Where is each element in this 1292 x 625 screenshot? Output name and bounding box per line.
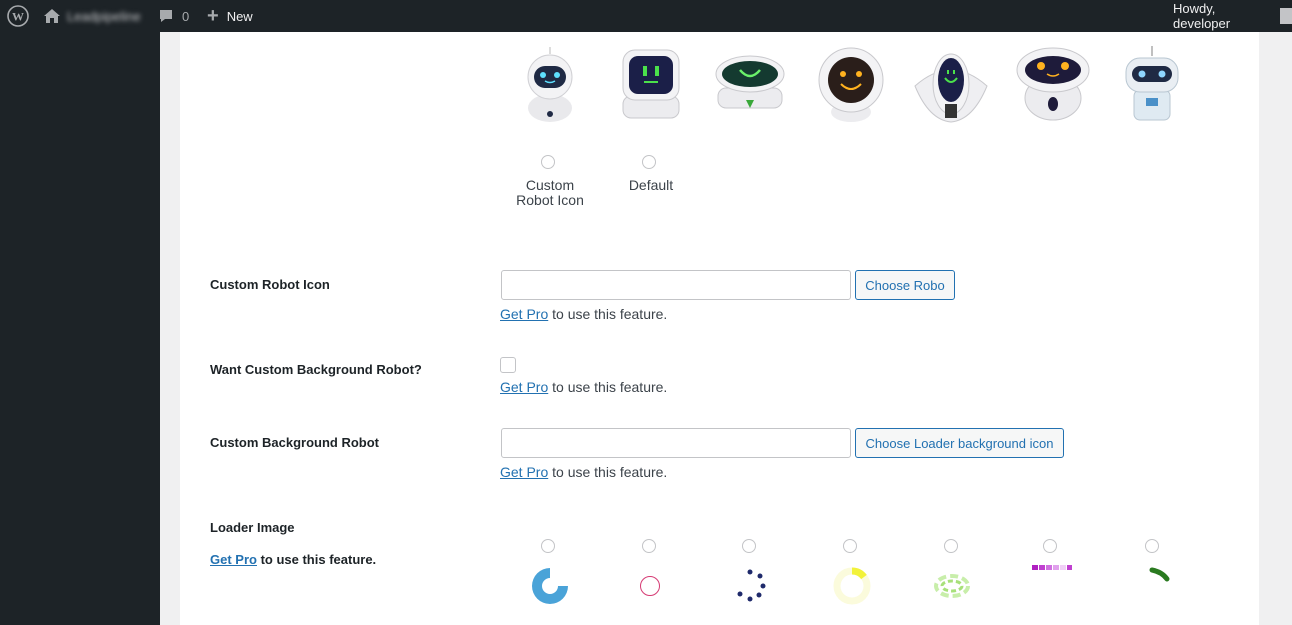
robot-icon-7: [1112, 44, 1192, 124]
loader-option-5-radio[interactable]: [944, 539, 958, 553]
robot-choice-default-radio[interactable]: [642, 155, 656, 169]
loader-image-4: [830, 564, 874, 608]
robot-icon-6: [1013, 44, 1093, 124]
choose-loader-background-button[interactable]: Choose Loader background icon: [855, 428, 1064, 458]
get-pro-link[interactable]: Get Pro: [500, 379, 548, 395]
robot-choice-custom-radio[interactable]: [541, 155, 555, 169]
new-label: New: [226, 8, 253, 24]
robot-icon-1: [510, 44, 590, 124]
wordpress-logo-icon[interactable]: W: [6, 0, 30, 32]
custom-background-robot-input[interactable]: [501, 428, 851, 458]
loader-option-6-radio[interactable]: [1043, 539, 1057, 553]
admin-bar: W Leadpipeline 0 + New Howdy, developer: [0, 0, 1292, 32]
loader-option-7-radio[interactable]: [1145, 539, 1159, 553]
loader-image-note: Get Pro to use this feature.: [210, 552, 377, 567]
robot-icon-3: [710, 44, 790, 124]
custom-robot-icon-label: Custom Robot Icon: [210, 277, 330, 292]
loader-image-3: [728, 564, 772, 608]
custom-background-checkbox[interactable]: [500, 357, 516, 373]
robot-icon-2: [611, 44, 691, 124]
loader-image-6: [1030, 552, 1074, 596]
site-name: Leadpipeline: [67, 8, 141, 24]
get-pro-link[interactable]: Get Pro: [210, 552, 257, 567]
plus-icon: +: [207, 5, 219, 27]
site-home-link[interactable]: Leadpipeline: [43, 0, 141, 32]
comment-icon: [158, 8, 174, 24]
admin-sidebar: [0, 32, 160, 625]
loader-image-7: [1130, 552, 1174, 596]
custom-background-toggle-note: Get Pro to use this feature.: [500, 379, 668, 395]
custom-background-toggle-label: Want Custom Background Robot?: [210, 362, 422, 377]
robot-choice-default-label: Default: [628, 177, 674, 193]
loader-image-5: [930, 564, 974, 608]
loader-image-label: Loader Image: [210, 520, 295, 535]
robot-choice-custom-label: Custom Robot Icon: [516, 177, 584, 208]
svg-text:W: W: [12, 10, 24, 24]
loader-image-2: [628, 564, 672, 608]
robot-icon-4: [811, 44, 891, 124]
custom-robot-icon-note: Get Pro to use this feature.: [500, 306, 668, 322]
choose-robo-button[interactable]: Choose Robo: [855, 270, 955, 300]
custom-background-robot-label: Custom Background Robot: [210, 435, 379, 450]
settings-panel: Custom Robot Icon Default Custom Robot I…: [180, 32, 1259, 625]
loader-option-3-radio[interactable]: [742, 539, 756, 553]
user-account-menu[interactable]: Howdy, developer: [1173, 0, 1292, 32]
comments-count: 0: [182, 8, 190, 24]
get-pro-link[interactable]: Get Pro: [500, 464, 548, 480]
main-content: Custom Robot Icon Default Custom Robot I…: [160, 32, 1292, 625]
new-content-link[interactable]: + New: [207, 0, 253, 32]
comments-link[interactable]: 0: [158, 0, 189, 32]
get-pro-link[interactable]: Get Pro: [500, 306, 548, 322]
loader-option-4-radio[interactable]: [843, 539, 857, 553]
avatar: [1280, 8, 1292, 24]
loader-option-2-radio[interactable]: [642, 539, 656, 553]
home-icon: [43, 7, 61, 25]
custom-robot-icon-input[interactable]: [501, 270, 851, 300]
loader-option-1-radio[interactable]: [541, 539, 555, 553]
custom-background-robot-note: Get Pro to use this feature.: [500, 464, 668, 480]
robot-icon-5: [911, 44, 991, 124]
user-greeting: Howdy, developer: [1173, 1, 1231, 31]
loader-image-1: [528, 564, 572, 608]
